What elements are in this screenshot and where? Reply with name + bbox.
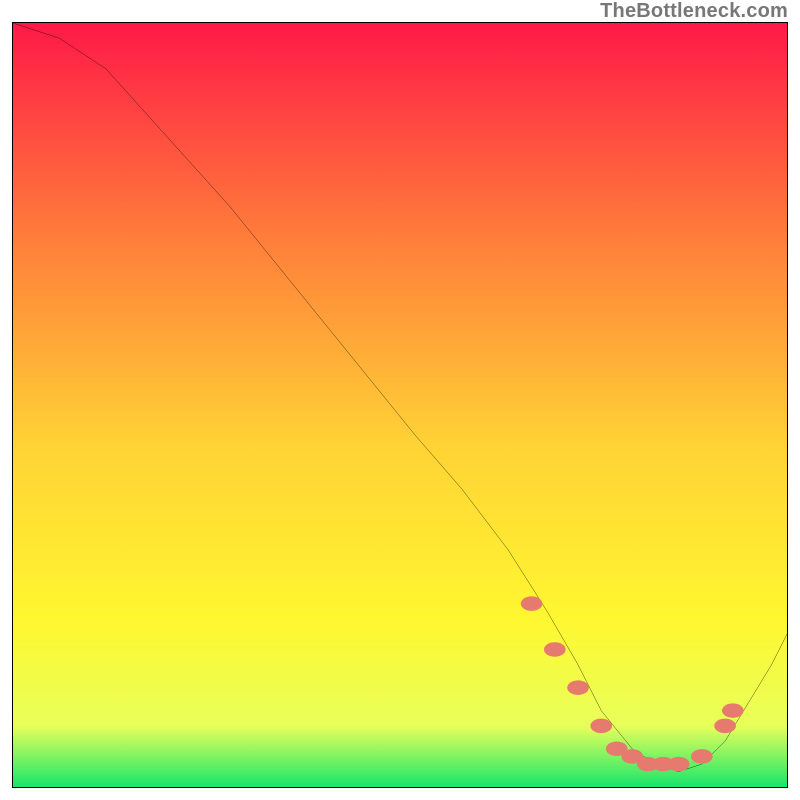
marker-dot — [691, 749, 713, 764]
markers-group — [521, 596, 744, 771]
chart-frame: TheBottleneck.com — [0, 0, 800, 800]
marker-dot — [590, 719, 612, 734]
markers-layer — [13, 23, 787, 787]
marker-dot — [544, 642, 566, 657]
watermark-text: TheBottleneck.com — [600, 0, 788, 23]
marker-dot — [567, 680, 589, 695]
plot-area — [12, 22, 788, 788]
marker-dot — [714, 719, 736, 734]
marker-dot — [521, 596, 543, 611]
marker-dot — [722, 703, 744, 718]
marker-dot — [668, 757, 690, 772]
